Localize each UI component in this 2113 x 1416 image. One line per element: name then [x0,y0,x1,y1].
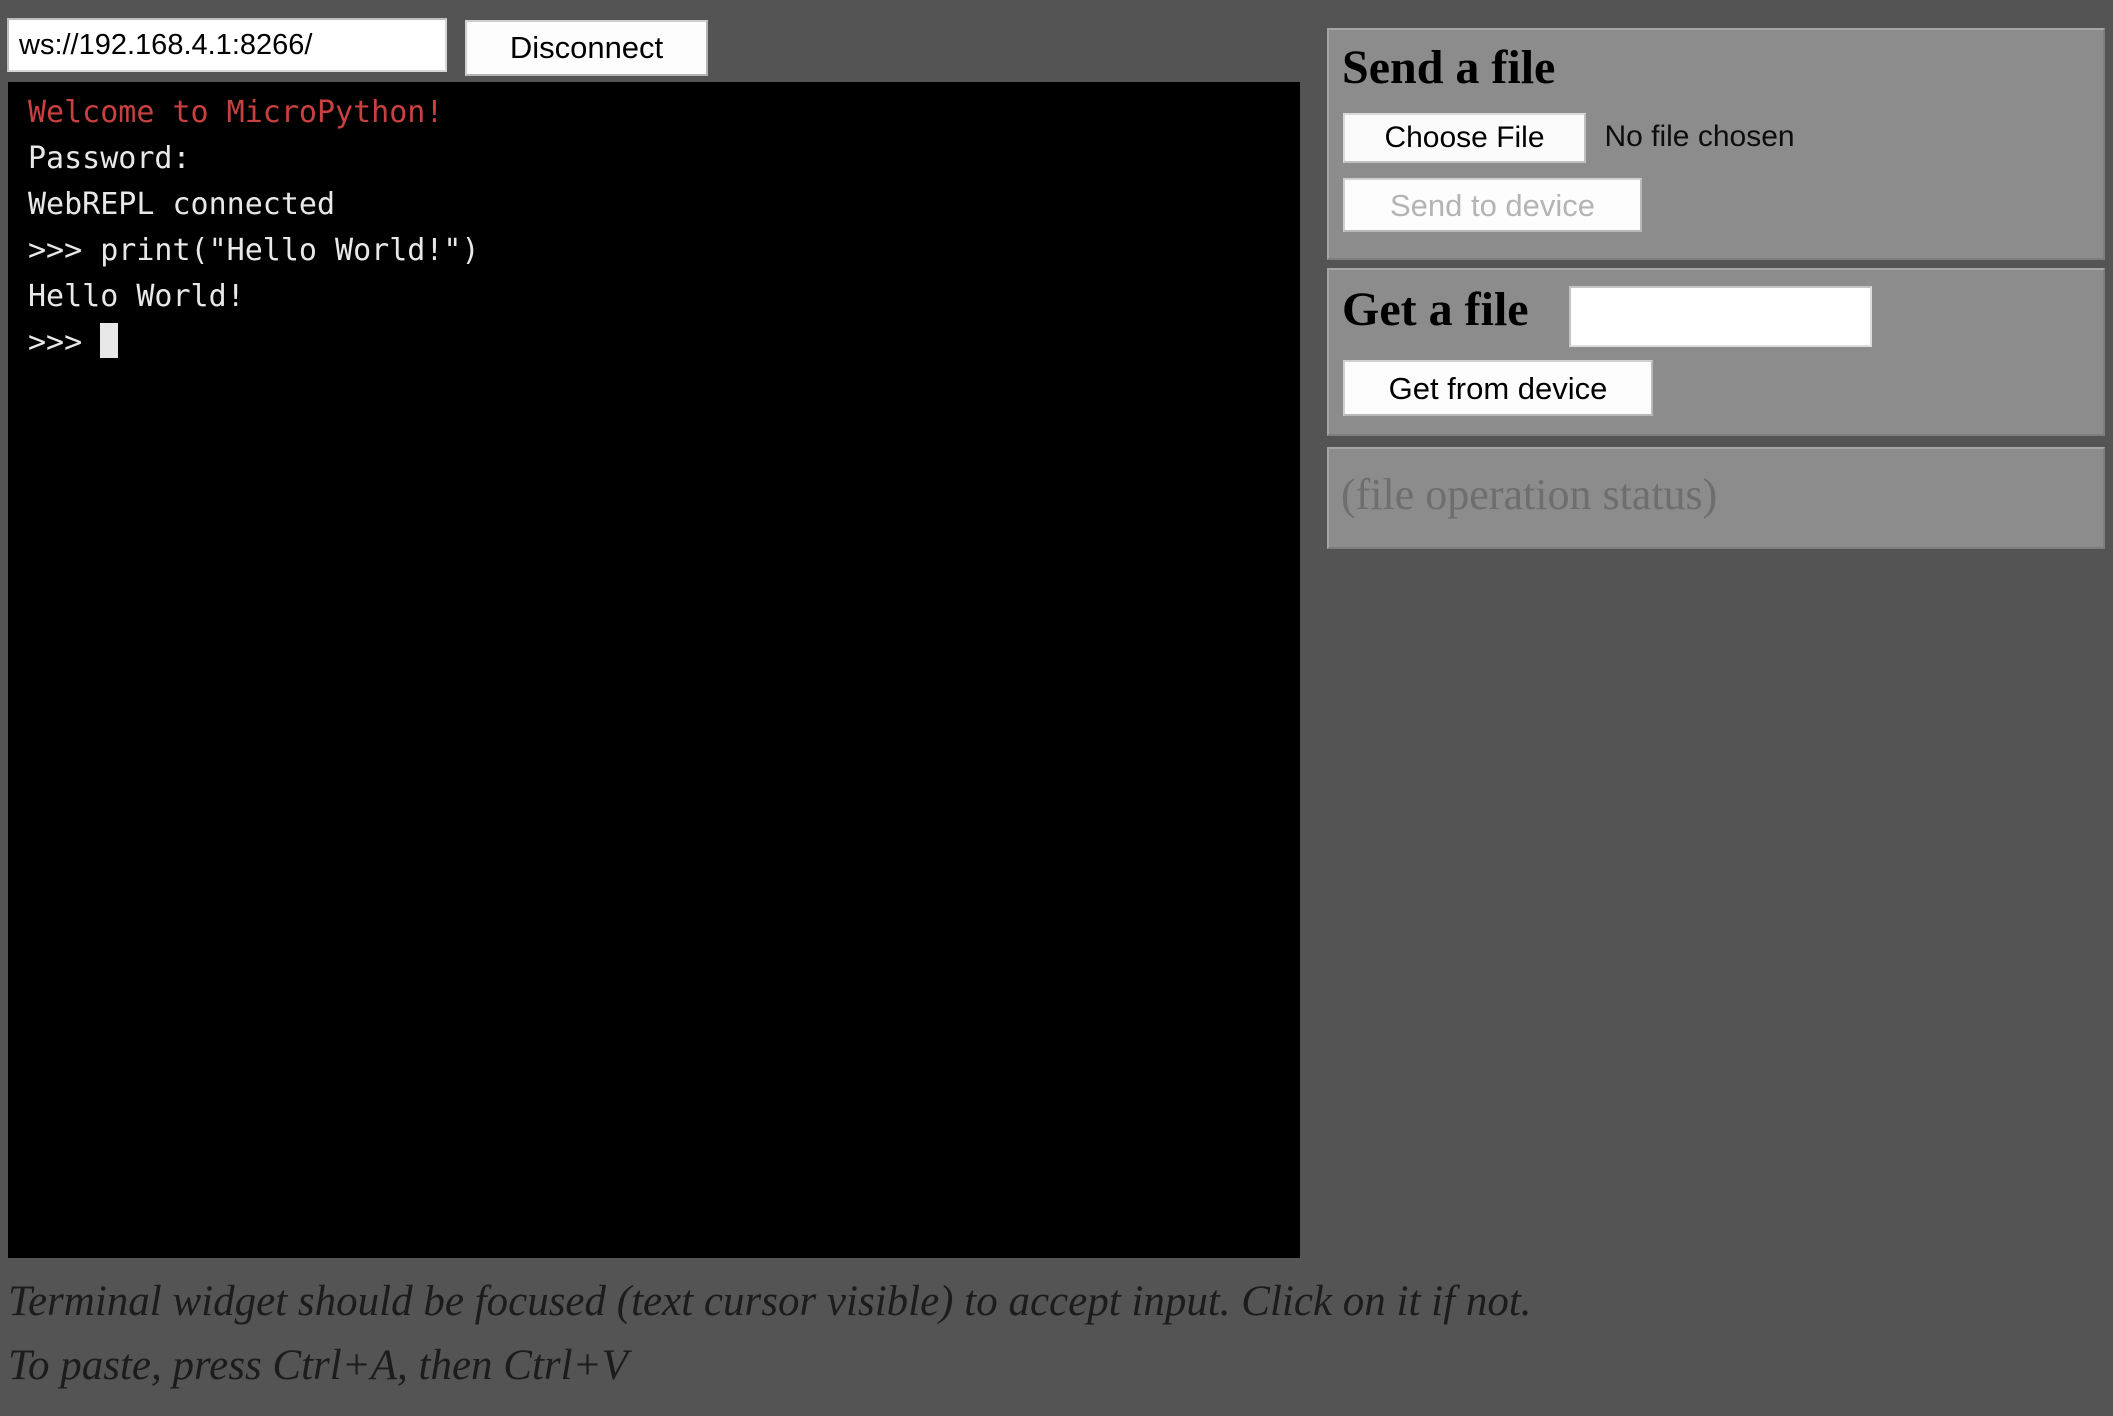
file-operation-status-text: (file operation status) [1341,470,1718,519]
terminal-prompt-line: >>> [28,320,1300,366]
selected-file-status: No file chosen [1604,120,1795,153]
websocket-url-input[interactable] [7,18,447,72]
text-cursor [100,323,119,358]
get-file-title: Get a file [1342,283,1529,336]
terminal-prompt-text: >>> [28,325,83,360]
file-operation-status-panel: (file operation status) [1327,447,2105,549]
terminal-line: Welcome to MicroPython! [28,95,444,130]
connection-bar: Disconnect [7,18,1307,76]
send-file-title: Send a file [1342,41,1556,94]
choose-file-button[interactable]: Choose File [1343,113,1586,163]
hint-block: Terminal widget should be focused (text … [8,1270,2008,1398]
send-to-device-button[interactable]: Send to device [1343,178,1642,232]
terminal-line: >>> print("Hello World!") [28,233,480,268]
disconnect-button[interactable]: Disconnect [465,20,708,76]
terminal-widget[interactable]: Welcome to MicroPython! Password: WebREP… [8,82,1300,1258]
get-from-device-button[interactable]: Get from device [1343,360,1653,416]
send-file-panel: Send a file Choose File No file chosen S… [1327,28,2105,260]
terminal-line: Hello World! [28,279,245,314]
hint-line-focus: Terminal widget should be focused (text … [8,1278,1532,1325]
terminal-line: WebREPL connected [28,187,336,222]
get-file-panel: Get a file Get from device [1327,268,2105,436]
hint-line-paste: To paste, press Ctrl+A, then Ctrl+V [8,1342,628,1389]
file-picker-row: Choose File No file chosen [1343,113,1795,163]
get-filename-input[interactable] [1569,286,1872,347]
terminal-line: Password: [28,141,191,176]
